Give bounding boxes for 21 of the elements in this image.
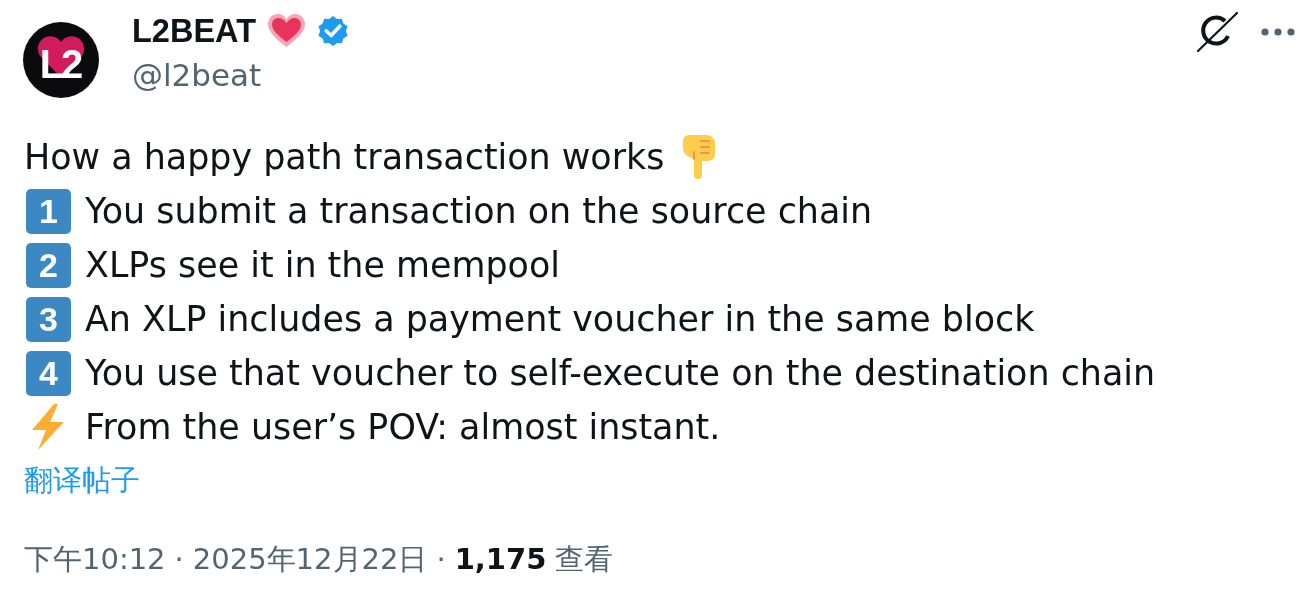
tweet-text-line: From the user’s POV: almost instant. — [85, 406, 721, 449]
author-name[interactable]: L2BEAT — [132, 12, 256, 50]
tweet-text-line: You use that voucher to self-execute on the destination chain — [85, 352, 1156, 395]
tweet-text-line: An XLP includes a payment voucher in the same block — [85, 298, 1035, 341]
separator-dot: · — [174, 541, 184, 577]
heart-icon — [268, 14, 305, 48]
tweet-text-line: XLPs see it in the mempool — [85, 244, 560, 287]
tweet-text-line: You submit a transaction on the source chain — [85, 190, 873, 233]
number-badge: 3 — [26, 296, 71, 342]
post-date[interactable]: 2025年12月22日 — [192, 541, 428, 577]
post-time[interactable]: 下午10:12 — [24, 541, 166, 577]
number-badge: 1 — [26, 188, 71, 234]
tweet-text-line: How a happy path transaction works — [24, 136, 665, 179]
views-label: 查看 — [555, 541, 614, 577]
slashed-circle-icon[interactable] — [1195, 12, 1239, 52]
separator-dot: · — [436, 541, 446, 577]
number-badge: 2 — [26, 242, 71, 288]
author-handle[interactable]: @l2beat — [132, 56, 351, 94]
view-count: 1,175 — [454, 541, 547, 577]
number-badge: 4 — [26, 350, 71, 396]
more-icon[interactable] — [1261, 28, 1295, 36]
